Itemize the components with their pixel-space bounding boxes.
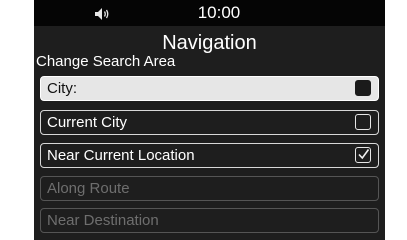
clock: 10:00: [197, 3, 241, 22]
status-bar: 10:00: [34, 0, 385, 26]
page-title: Navigation: [162, 32, 257, 54]
option-label: Near Destination: [47, 212, 159, 229]
option-label: Along Route: [47, 180, 130, 197]
option-near-destination: Near Destination: [40, 208, 379, 233]
filled-checkbox-icon: [355, 80, 371, 96]
option-label: Current City: [47, 114, 128, 131]
page-subtitle: Change Search Area: [36, 53, 176, 70]
speaker-volume-icon: [93, 7, 113, 21]
option-label: Near Current Location: [47, 147, 195, 164]
navigation-screen: 10:00 Navigation Change Search Area City…: [34, 0, 385, 240]
option-near-current-location[interactable]: Near Current Location: [40, 143, 379, 168]
unchecked-checkbox-icon[interactable]: [355, 114, 371, 130]
checked-checkbox-icon[interactable]: [355, 147, 371, 163]
option-along-route: Along Route: [40, 176, 379, 201]
option-city[interactable]: City:: [40, 76, 379, 101]
option-current-city[interactable]: Current City: [40, 110, 379, 135]
option-label: City:: [47, 80, 77, 97]
